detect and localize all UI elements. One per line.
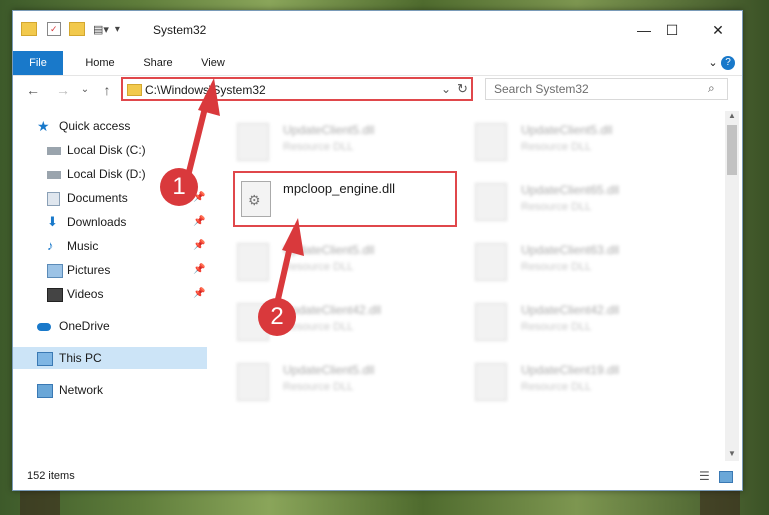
search-icon[interactable]: ⌕ bbox=[708, 81, 715, 96]
help-icon[interactable]: ? bbox=[721, 56, 735, 70]
dll-file-icon bbox=[237, 123, 269, 161]
list-item[interactable]: UpdateClient5.dll Resource DLL bbox=[475, 119, 695, 169]
sidebar-item-onedrive[interactable]: OneDrive bbox=[13, 315, 207, 337]
folder-icon bbox=[21, 22, 37, 36]
scroll-down-icon[interactable]: ▼ bbox=[728, 449, 736, 458]
item-count: 152 items bbox=[27, 470, 75, 482]
details-view-icon[interactable]: ☰ bbox=[699, 469, 710, 483]
videos-icon bbox=[47, 288, 63, 302]
window-title: System32 bbox=[153, 23, 207, 37]
title-bar: ✓ ▤▾ ▾ System32 — ☐ ✕ bbox=[13, 11, 742, 51]
explorer-window: ✓ ▤▾ ▾ System32 — ☐ ✕ File Home Share Vi… bbox=[12, 10, 743, 491]
dll-file-icon bbox=[475, 123, 507, 161]
pin-icon[interactable]: 📌 bbox=[193, 283, 205, 305]
up-arrow-icon[interactable]: ↑ bbox=[97, 80, 117, 100]
dll-gear-file-icon: ⚙ bbox=[241, 181, 271, 217]
cloud-icon bbox=[37, 323, 51, 331]
status-bar: 152 items ☰ bbox=[13, 466, 742, 488]
network-icon bbox=[37, 384, 53, 398]
dll-file-icon bbox=[475, 243, 507, 281]
pictures-icon bbox=[47, 264, 63, 278]
customize-icon[interactable]: ▤▾ bbox=[93, 23, 109, 36]
tab-file[interactable]: File bbox=[13, 51, 63, 75]
search-input[interactable]: Search System32 ⌕ bbox=[485, 78, 728, 100]
forward-arrow-icon[interactable]: → bbox=[53, 80, 73, 100]
sidebar-item-quick-access[interactable]: ★ Quick access bbox=[13, 115, 207, 137]
drive-icon bbox=[47, 171, 61, 179]
back-arrow-icon[interactable]: ← bbox=[23, 80, 43, 100]
sidebar-item-music[interactable]: ♪ Music 📌 bbox=[13, 235, 207, 257]
large-icons-view-icon[interactable] bbox=[719, 471, 733, 483]
properties-icon[interactable]: ✓ bbox=[47, 22, 61, 36]
dll-file-icon bbox=[237, 243, 269, 281]
address-path[interactable]: C:\Windows\System32 bbox=[145, 83, 266, 97]
music-icon: ♪ bbox=[47, 238, 54, 253]
refresh-icon[interactable]: ↻ bbox=[457, 81, 468, 97]
pin-icon[interactable]: 📌 bbox=[193, 259, 205, 281]
list-item[interactable]: UpdateClient5.dll Resource DLL bbox=[237, 239, 457, 289]
list-item[interactable]: UpdateClient5.dll Resource DLL bbox=[237, 359, 457, 409]
folder-icon bbox=[127, 84, 142, 96]
recent-dropdown-icon[interactable]: ⌄ bbox=[75, 80, 95, 100]
address-dropdown-icon[interactable]: ⌄ bbox=[441, 82, 451, 96]
selected-file-item[interactable]: ⚙ mpcloop_engine.dll bbox=[233, 171, 457, 227]
tab-view[interactable]: View bbox=[191, 51, 235, 75]
scroll-thumb[interactable] bbox=[727, 125, 737, 175]
list-item[interactable]: UpdateClient65.dll Resource DLL bbox=[475, 179, 695, 229]
sidebar-item-videos[interactable]: Videos 📌 bbox=[13, 283, 207, 305]
tab-home[interactable]: Home bbox=[77, 51, 123, 75]
list-item[interactable]: UpdateClient42.dll Resource DLL bbox=[475, 299, 695, 349]
dll-file-icon bbox=[237, 363, 269, 401]
tab-share[interactable]: Share bbox=[135, 51, 181, 75]
pin-icon[interactable]: 📌 bbox=[193, 211, 205, 233]
scroll-up-icon[interactable]: ▲ bbox=[728, 111, 736, 120]
download-icon: ⬇ bbox=[47, 214, 58, 229]
navigation-pane: ★ Quick access Local Disk (C:) Local Dis… bbox=[13, 111, 209, 451]
sidebar-item-pictures[interactable]: Pictures 📌 bbox=[13, 259, 207, 281]
computer-icon bbox=[37, 352, 53, 366]
step-1-badge: 1 bbox=[160, 168, 198, 206]
ribbon-expand-icon[interactable]: ⌄ bbox=[703, 51, 723, 75]
dll-file-icon bbox=[475, 303, 507, 341]
list-item[interactable]: UpdateClient19.dll Resource DLL bbox=[475, 359, 695, 409]
list-item[interactable]: UpdateClient63.dll Resource DLL bbox=[475, 239, 695, 289]
step-2-badge: 2 bbox=[258, 298, 296, 336]
close-button[interactable]: ✕ bbox=[703, 19, 733, 41]
sidebar-item-local-disk-c[interactable]: Local Disk (C:) bbox=[13, 139, 207, 161]
minimize-button[interactable]: — bbox=[629, 19, 659, 41]
chevron-down-icon[interactable]: ▾ bbox=[115, 24, 120, 35]
selected-file-name: mpcloop_engine.dll bbox=[283, 181, 396, 196]
new-folder-icon[interactable] bbox=[69, 22, 85, 36]
sidebar-item-network[interactable]: Network bbox=[13, 379, 207, 401]
dll-file-icon bbox=[475, 183, 507, 221]
pin-icon[interactable]: 📌 bbox=[193, 235, 205, 257]
star-icon: ★ bbox=[37, 118, 50, 134]
vertical-scrollbar[interactable]: ▲ ▼ bbox=[725, 111, 739, 461]
list-item[interactable]: UpdateClient5.dll Resource DLL bbox=[237, 119, 457, 169]
address-row: ← → ⌄ ↑ C:\Windows\System32 ⌄ ↻ Search S… bbox=[13, 75, 742, 105]
address-bar[interactable]: C:\Windows\System32 ⌄ ↻ bbox=[121, 77, 473, 101]
quick-access-toolbar: ✓ ▤▾ ▾ bbox=[21, 22, 120, 36]
ribbon-tabs: File Home Share View ⌄ ? bbox=[13, 51, 742, 76]
sidebar-item-this-pc[interactable]: This PC bbox=[13, 347, 207, 369]
documents-icon bbox=[47, 192, 60, 206]
file-list: UpdateClient5.dll Resource DLL UpdateCli… bbox=[223, 111, 723, 461]
dll-file-icon bbox=[475, 363, 507, 401]
drive-icon bbox=[47, 147, 61, 155]
maximize-button[interactable]: ☐ bbox=[657, 19, 687, 41]
search-placeholder: Search System32 bbox=[494, 82, 589, 96]
sidebar-item-downloads[interactable]: ⬇ Downloads 📌 bbox=[13, 211, 207, 233]
